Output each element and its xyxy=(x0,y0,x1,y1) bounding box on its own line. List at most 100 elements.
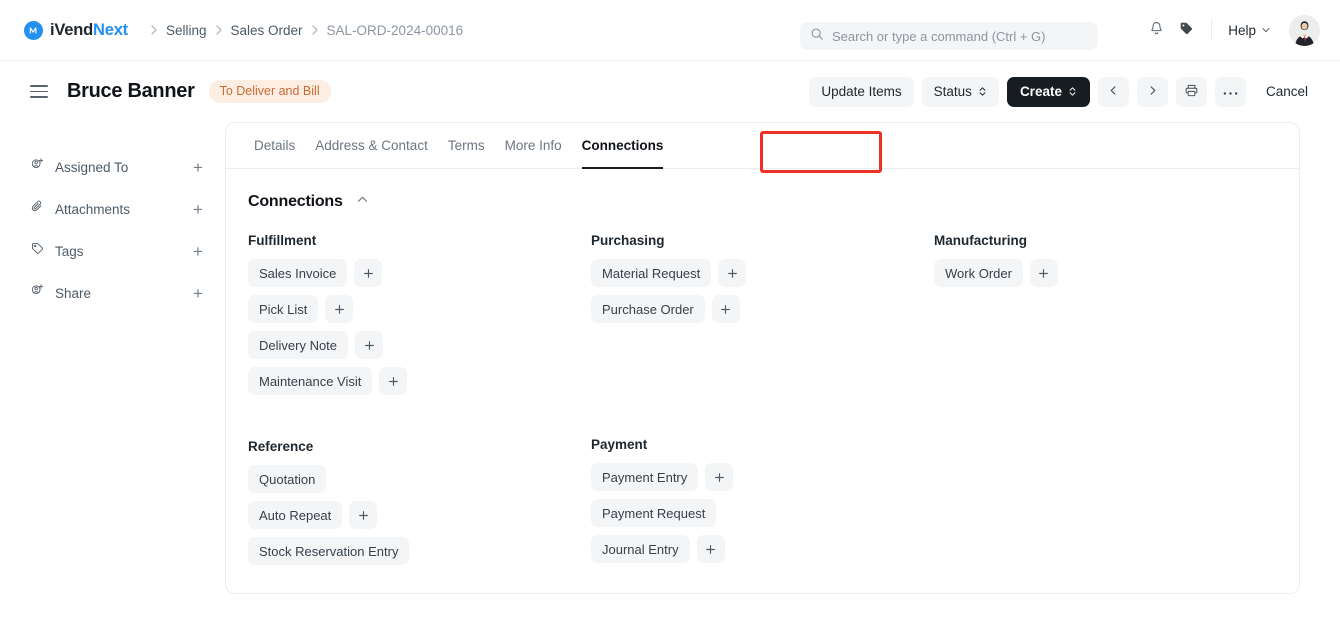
list-item: Payment Request xyxy=(591,499,934,527)
previous-document-button[interactable] xyxy=(1097,76,1129,107)
add-attachment-button[interactable]: + xyxy=(189,201,207,218)
help-label: Help xyxy=(1228,22,1256,38)
cancel-button[interactable]: Cancel xyxy=(1254,77,1320,107)
add-maintenance-visit-button[interactable] xyxy=(379,367,408,395)
sidebar-item-assigned-to[interactable]: Assigned To + xyxy=(30,146,225,188)
group-title: Fulfillment xyxy=(248,233,317,248)
global-search[interactable] xyxy=(800,22,1098,50)
hamburger-menu-icon[interactable] xyxy=(30,85,48,98)
add-delivery-note-button[interactable] xyxy=(355,331,384,359)
user-plus-icon xyxy=(30,283,45,303)
add-tag-button[interactable]: + xyxy=(189,243,207,260)
tab-connections[interactable]: Connections xyxy=(572,123,674,169)
list-item: Auto Repeat xyxy=(248,501,591,529)
list-item: Material Request xyxy=(591,259,934,287)
page-actions: Update Items Status Create Cancel xyxy=(809,76,1320,107)
link-maintenance-visit[interactable]: Maintenance Visit xyxy=(248,367,373,395)
list-item: Maintenance Visit xyxy=(248,367,591,395)
sidebar: Assigned To + Attachments + Tags + Share… xyxy=(0,122,225,626)
breadcrumb-separator xyxy=(215,25,222,35)
plus-icon xyxy=(706,544,716,554)
group-payment: Payment Payment Entry Payment Request Jo… xyxy=(591,437,934,563)
connections-column-2: Purchasing Material Request Purchase Ord… xyxy=(591,233,934,579)
chevron-right-icon xyxy=(1147,84,1158,99)
group-reference: Reference Quotation Auto Repeat Stock Re… xyxy=(248,439,591,565)
add-sales-invoice-button[interactable] xyxy=(354,259,383,287)
help-menu-button[interactable]: Help xyxy=(1224,19,1275,42)
link-sales-invoice[interactable]: Sales Invoice xyxy=(248,259,348,287)
group-title: Reference xyxy=(248,439,314,454)
next-document-button[interactable] xyxy=(1136,76,1168,107)
plus-icon xyxy=(727,268,737,278)
tags-button[interactable] xyxy=(1171,15,1201,45)
link-payment-request[interactable]: Payment Request xyxy=(591,499,717,527)
plus-icon xyxy=(334,304,344,314)
breadcrumb-item-selling[interactable]: Selling xyxy=(166,21,207,40)
add-assignment-button[interactable]: + xyxy=(189,159,207,176)
add-auto-repeat-button[interactable] xyxy=(349,501,378,529)
list-item: Quotation xyxy=(248,465,591,493)
printer-icon xyxy=(1184,83,1199,101)
add-work-order-button[interactable] xyxy=(1029,259,1058,287)
add-material-request-button[interactable] xyxy=(718,259,747,287)
group-title: Manufacturing xyxy=(934,233,1027,248)
search-icon xyxy=(810,27,824,46)
link-pick-list[interactable]: Pick List xyxy=(248,295,319,323)
sidebar-item-label: Share xyxy=(55,285,92,301)
tab-address-contact[interactable]: Address & Contact xyxy=(305,123,438,169)
add-purchase-order-button[interactable] xyxy=(711,295,740,323)
link-work-order[interactable]: Work Order xyxy=(934,259,1023,287)
print-button[interactable] xyxy=(1175,76,1207,107)
add-journal-entry-button[interactable] xyxy=(696,535,725,563)
link-delivery-note[interactable]: Delivery Note xyxy=(248,331,349,359)
chevron-down-icon xyxy=(1261,23,1271,38)
page-body: Assigned To + Attachments + Tags + Share… xyxy=(0,122,1340,626)
more-options-button[interactable] xyxy=(1214,76,1246,107)
status-badge: To Deliver and Bill xyxy=(208,80,331,103)
link-purchase-order[interactable]: Purchase Order xyxy=(591,295,705,323)
link-stock-reservation-entry[interactable]: Stock Reservation Entry xyxy=(248,537,410,565)
connections-section-header[interactable]: Connections xyxy=(248,193,369,211)
add-payment-entry-button[interactable] xyxy=(705,463,734,491)
group-title: Payment xyxy=(591,437,648,452)
sidebar-item-share[interactable]: Share + xyxy=(30,272,225,314)
tab-terms[interactable]: Terms xyxy=(438,123,495,169)
chevron-left-icon xyxy=(1108,84,1119,99)
add-pick-list-button[interactable] xyxy=(325,295,354,323)
tab-more-info[interactable]: More Info xyxy=(495,123,572,169)
status-button[interactable]: Status xyxy=(921,76,999,107)
brand-logo[interactable]: iVendNext xyxy=(24,20,128,40)
sidebar-item-label: Tags xyxy=(55,243,84,259)
plus-icon xyxy=(714,472,724,482)
ivend-logo-icon xyxy=(24,20,43,40)
sidebar-item-tags[interactable]: Tags + xyxy=(30,230,225,272)
list-item: Work Order xyxy=(934,259,1277,287)
brand-name: iVendNext xyxy=(50,20,128,39)
tab-details[interactable]: Details xyxy=(244,123,305,169)
notifications-button[interactable] xyxy=(1141,15,1171,45)
link-material-request[interactable]: Material Request xyxy=(591,259,712,287)
breadcrumb-item-document-id: SAL-ORD-2024-00016 xyxy=(326,22,464,38)
list-item: Pick List xyxy=(248,295,591,323)
breadcrumb-item-sales-order[interactable]: Sales Order xyxy=(231,21,303,40)
bell-icon xyxy=(1148,20,1165,40)
plus-icon xyxy=(364,340,374,350)
sidebar-item-attachments[interactable]: Attachments + xyxy=(30,188,225,230)
update-items-button[interactable]: Update Items xyxy=(809,76,914,107)
connections-column-3: Manufacturing Work Order xyxy=(934,233,1277,579)
add-share-button[interactable]: + xyxy=(189,285,207,302)
connections-column-1: Fulfillment Sales Invoice Pick List Deli… xyxy=(248,233,591,579)
link-journal-entry[interactable]: Journal Entry xyxy=(591,535,690,563)
create-button[interactable]: Create xyxy=(1006,76,1090,107)
link-auto-repeat[interactable]: Auto Repeat xyxy=(248,501,343,529)
sidebar-item-label: Attachments xyxy=(55,201,131,217)
avatar[interactable] xyxy=(1289,14,1320,46)
list-item: Purchase Order xyxy=(591,295,934,323)
up-down-chevron-icon xyxy=(978,85,987,98)
top-navbar: iVendNext Selling Sales Order SAL-ORD-20… xyxy=(0,0,1340,61)
chevron-up-icon[interactable] xyxy=(356,193,369,211)
link-payment-entry[interactable]: Payment Entry xyxy=(591,463,699,491)
link-quotation[interactable]: Quotation xyxy=(248,465,327,493)
search-input[interactable] xyxy=(832,28,1088,44)
